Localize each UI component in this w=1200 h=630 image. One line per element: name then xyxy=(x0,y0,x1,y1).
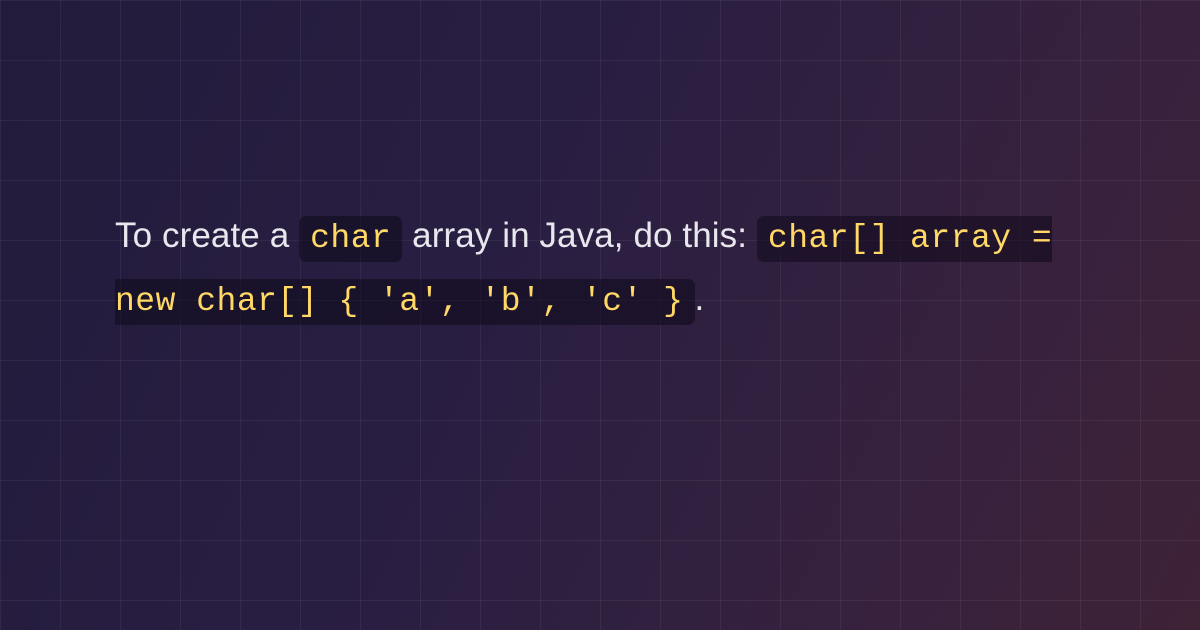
text-part-1: To create a xyxy=(115,216,299,255)
inline-code-char: char xyxy=(299,216,402,262)
instruction-text: To create a char array in Java, do this:… xyxy=(115,205,1085,331)
text-part-2: array in Java, do this: xyxy=(402,216,757,255)
text-part-3: . xyxy=(695,279,705,318)
